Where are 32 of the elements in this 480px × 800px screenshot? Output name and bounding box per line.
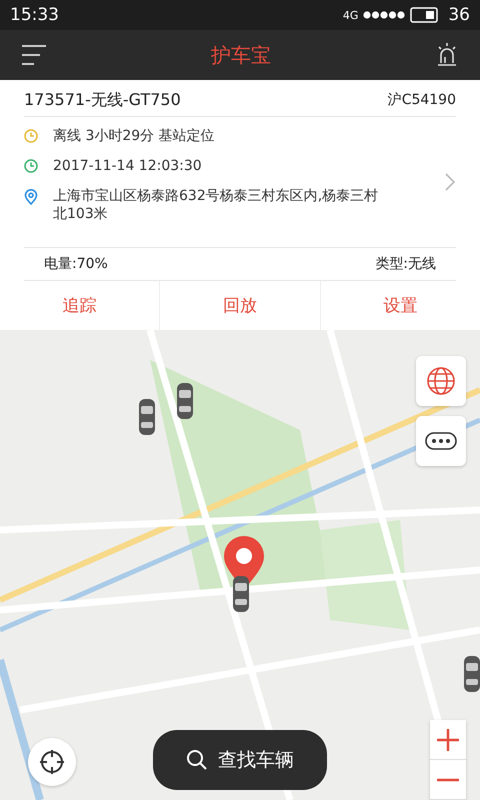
device-type: 类型:无线 xyxy=(375,255,436,273)
clock-icon xyxy=(24,159,38,173)
signal-icon xyxy=(362,10,406,20)
network-type: 4G xyxy=(342,8,358,22)
detail-text: 上海市宝山区杨泰路632号杨泰三村东区内,杨泰三村北103米 xyxy=(53,187,380,223)
clock-icon xyxy=(24,129,38,143)
minus-icon xyxy=(437,778,459,782)
plus-icon xyxy=(437,728,459,750)
zoom-in-button[interactable] xyxy=(430,720,466,760)
car-icon[interactable] xyxy=(175,382,195,420)
zoom-out-button[interactable] xyxy=(430,760,466,800)
crosshair-icon xyxy=(39,749,65,775)
globe-button[interactable] xyxy=(416,356,466,406)
battery-icon xyxy=(410,7,440,23)
more-icon xyxy=(425,432,457,450)
location-pin-icon xyxy=(24,189,38,205)
more-button[interactable] xyxy=(416,416,466,466)
battery-info: 电量:70% xyxy=(44,255,108,273)
app-title: 护车宝 xyxy=(211,42,271,68)
search-vehicle-button[interactable]: 查找车辆 xyxy=(153,730,327,790)
status-time: 15:33 xyxy=(10,5,59,25)
car-icon[interactable] xyxy=(462,655,480,693)
search-icon xyxy=(186,749,208,771)
car-icon[interactable] xyxy=(137,398,157,436)
device-name: 173571-无线-GT750 xyxy=(24,90,181,110)
battery-level: 36 xyxy=(448,5,470,25)
detail-text: 2017-11-14 12:03:30 xyxy=(53,157,203,175)
menu-icon[interactable] xyxy=(20,43,48,67)
car-icon[interactable] xyxy=(231,575,251,613)
plate-number: 沪C54190 xyxy=(388,91,456,109)
globe-icon xyxy=(426,366,456,396)
detail-text: 离线 3小时29分 基站定位 xyxy=(53,127,216,145)
